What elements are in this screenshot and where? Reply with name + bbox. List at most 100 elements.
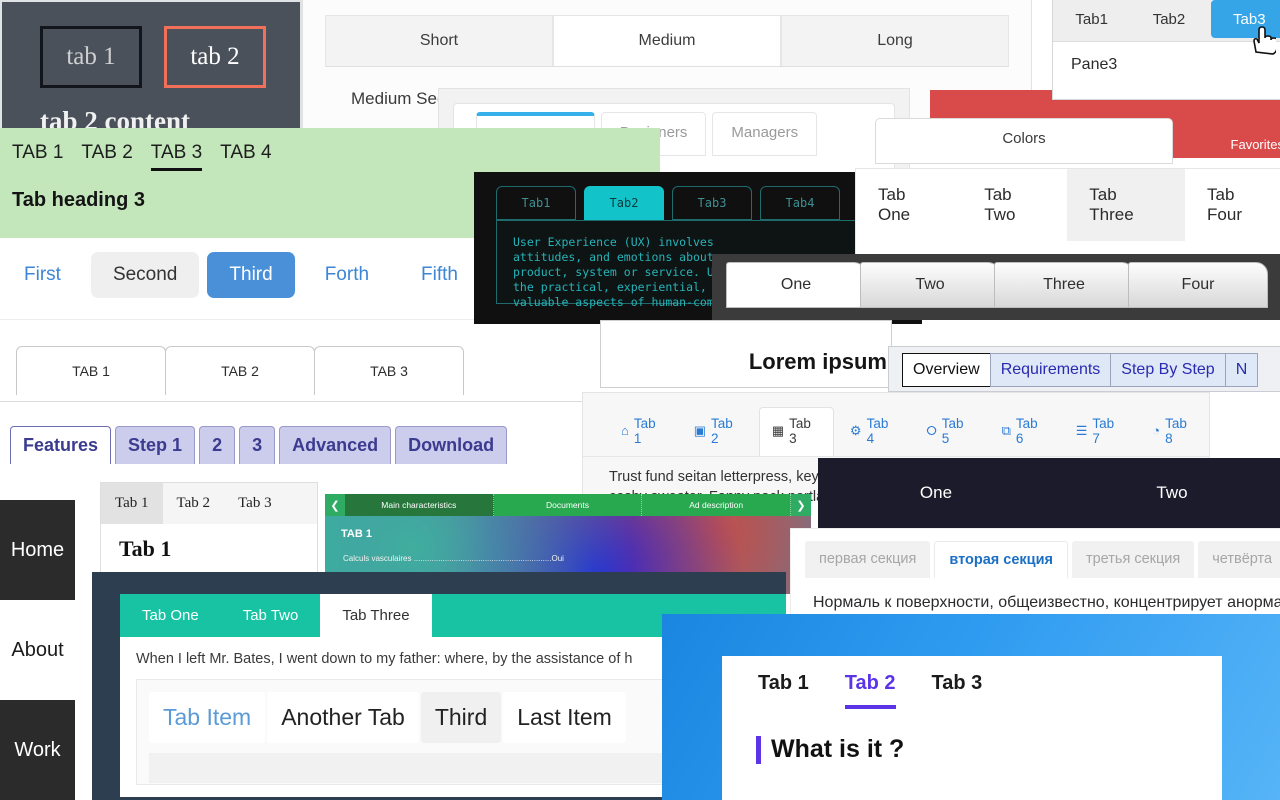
carousel-tab-ad-description[interactable]: Ad description (642, 494, 792, 516)
icon-tab-3[interactable]: ▦ Tab 3 (758, 407, 834, 456)
carousel-tab-documents[interactable]: Documents (493, 494, 643, 516)
icon-tab-8[interactable]: ◔ Tab 8 (1140, 407, 1209, 456)
pill-tab-fifth[interactable]: Fifth (399, 252, 480, 298)
russian-tablist: первая секция вторая секция третья секци… (791, 529, 1280, 578)
blue-card-inner: Tab 1 Tab 2 Tab 3 What is it ? (722, 656, 1222, 800)
inner-tab-another[interactable]: Another Tab (267, 692, 419, 743)
pie-chart-icon: ◔ (1152, 423, 1161, 438)
carousel-title: TAB 1 (341, 528, 372, 540)
serif-tab-1[interactable]: Tab 1 (101, 483, 163, 524)
serif-tab-3[interactable]: Tab 3 (224, 483, 286, 524)
inner-tab-item[interactable]: Tab Item (149, 692, 266, 743)
glossy-tab-one[interactable]: One (726, 262, 866, 308)
glossy-tab-three[interactable]: Three (994, 262, 1134, 308)
tab-step-1[interactable]: Step 1 (115, 426, 196, 464)
tab-long[interactable]: Long (781, 15, 1009, 66)
serif-tablist: Tab 1 Tab 2 Tab 3 (101, 483, 317, 524)
teal-tab-3[interactable]: Tab3 (672, 186, 752, 220)
tab-short[interactable]: Short (325, 15, 553, 66)
blue-card-tab-2[interactable]: Tab 2 (844, 672, 896, 709)
teal-tab-2[interactable]: Tab2 (584, 186, 664, 220)
tab-tab1[interactable]: Tab1 (1053, 0, 1130, 41)
navy-tab-two[interactable]: Tab Two (220, 594, 321, 637)
tab-step-3[interactable]: 3 (239, 426, 276, 464)
bordered-tab-3[interactable]: TAB 3 (314, 346, 464, 395)
icon-tab-3-label: Tab 3 (789, 416, 811, 446)
tab-four[interactable]: Tab Four (1185, 169, 1280, 241)
pill-tab-forth[interactable]: Forth (303, 252, 391, 298)
serif-tab-2[interactable]: Tab 2 (163, 483, 225, 524)
sidebar-item-work[interactable]: Work (0, 700, 75, 800)
green-tab-3[interactable]: TAB 3 (150, 142, 203, 171)
bordered-tab-2[interactable]: TAB 2 (165, 346, 315, 395)
tab-medium[interactable]: Medium (553, 15, 781, 66)
sidebar-item-about[interactable]: About (0, 600, 75, 700)
icon-tablist: ⌂ Tab 1 ▣ Tab 2 ▦ Tab 3 ⚙ Tab 4 ⭘ Tab 5 … (583, 393, 1209, 457)
icon-tab-5-label: Tab 5 (941, 415, 964, 446)
dark-tab-one[interactable]: One (818, 458, 1054, 528)
carousel-tab-main[interactable]: Main characteristics (345, 494, 494, 516)
glossy-tab-four[interactable]: Four (1128, 262, 1268, 308)
russian-tab-4[interactable]: четвёрта (1198, 541, 1280, 578)
blue-card-tab-3[interactable]: Tab 3 (932, 672, 983, 709)
bordered-tab-1[interactable]: TAB 1 (16, 346, 166, 395)
green-tab-1[interactable]: TAB 1 (12, 142, 63, 171)
tab-advanced[interactable]: Advanced (279, 426, 392, 464)
russian-tab-2[interactable]: вторая секция (934, 541, 1068, 578)
teal-tab-1[interactable]: Tab1 (496, 186, 576, 220)
chevron-right-icon[interactable]: ❯ (791, 494, 812, 516)
icon-tab-4[interactable]: ⚙ Tab 4 (838, 407, 910, 456)
tab-managers[interactable]: Managers (712, 112, 818, 156)
icon-tab-2-label: Tab 2 (711, 415, 733, 446)
navy-tab-three[interactable]: Tab Three (320, 594, 432, 637)
blue-card-tab-1[interactable]: Tab 1 (758, 672, 809, 709)
heading-accent-bar (756, 735, 761, 764)
server-icon: ☰ (1075, 422, 1088, 438)
tab-requirements[interactable]: Requirements (989, 353, 1112, 387)
green-tab-2[interactable]: TAB 2 (81, 142, 132, 171)
vertical-nav: Home About Work (0, 500, 75, 800)
pill-tab-third[interactable]: Third (207, 252, 295, 298)
inner-tab-third[interactable]: Third (420, 692, 502, 743)
tab-features[interactable]: Features (10, 426, 112, 464)
glossy-tab-panel: One Two Three Four (712, 254, 1280, 320)
tab-one[interactable]: Tab One (856, 169, 962, 241)
tab-overview[interactable]: Overview (902, 353, 991, 387)
glossy-tab-two[interactable]: Two (860, 262, 1000, 308)
dark-tab-2[interactable]: tab 2 (164, 26, 266, 88)
icon-tab-8-label: Tab 8 (1165, 415, 1187, 446)
icon-tab-1[interactable]: ⌂ Tab 1 (609, 407, 678, 456)
pill-tab-second[interactable]: Second (90, 252, 200, 298)
russian-tab-1[interactable]: первая секция (805, 541, 931, 578)
blue-card-heading: What is it ? (771, 735, 905, 763)
tab-step-2[interactable]: 2 (199, 426, 236, 464)
carousel-tablist: ❮ Main characteristics Documents Ad desc… (325, 494, 812, 516)
sidebar-item-home[interactable]: Home (0, 500, 75, 600)
tab-three[interactable]: Tab Three (1067, 169, 1186, 241)
tab-next[interactable]: N (1224, 353, 1259, 387)
russian-tab-3[interactable]: третья секция (1071, 541, 1195, 578)
tab-one-four-tablist: Tab One Tab Two Tab Three Tab Four (856, 169, 1280, 241)
icon-tab-6[interactable]: ⧉ Tab 6 (990, 407, 1060, 456)
teal-tab-4[interactable]: Tab4 (760, 186, 840, 220)
green-tablist: TAB 1 TAB 2 TAB 3 TAB 4 (0, 128, 660, 171)
favorites-label[interactable]: Favorites (1231, 137, 1280, 152)
dark-tab-two[interactable]: Two (1054, 458, 1280, 528)
tab-download[interactable]: Download (395, 426, 508, 464)
tab-two[interactable]: Tab Two (962, 169, 1067, 241)
pill-tab-first[interactable]: First (2, 252, 83, 298)
icon-tab-2[interactable]: ▣ Tab 2 (682, 407, 755, 456)
navy-tab-one[interactable]: Tab One (120, 594, 221, 637)
icon-tab-7[interactable]: ☰ Tab 7 (1064, 407, 1136, 456)
dark-tab-1[interactable]: tab 1 (40, 26, 142, 88)
mouse-pointer-hand-icon (1253, 26, 1276, 55)
glossy-tablist: One Two Three Four (712, 254, 1280, 308)
green-tab-4[interactable]: TAB 4 (220, 142, 271, 171)
icon-tab-5[interactable]: ⭘ Tab 5 (914, 407, 985, 456)
inner-tab-last[interactable]: Last Item (503, 692, 626, 743)
chevron-left-icon[interactable]: ❮ (325, 494, 345, 516)
tab-colors[interactable]: Colors (876, 119, 1172, 147)
tab-step-by-step[interactable]: Step By Step (1110, 353, 1226, 387)
icon-tab-4-label: Tab 4 (866, 415, 889, 446)
tab-tab2[interactable]: Tab2 (1130, 0, 1207, 41)
